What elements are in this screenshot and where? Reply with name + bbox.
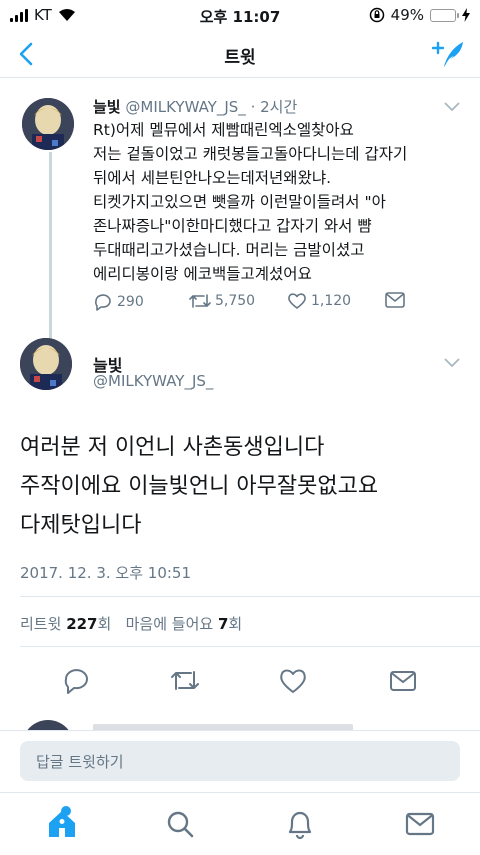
retweet-stat-label: 리트윗 (20, 615, 62, 633)
status-bar: KT 오후 11:07 49% (0, 0, 480, 30)
reply-button[interactable]: 290 (93, 292, 144, 312)
parent-tweet-handle[interactable]: @MILKYWAY_JS_ (125, 98, 245, 116)
retweet-button[interactable]: 5,750 (189, 292, 255, 310)
page-title: 트윗 (224, 48, 256, 68)
chevron-down-icon[interactable] (444, 102, 460, 112)
tweet-text-line: 뒤에서 세븐틴안나오는데저년왜왔냐. (93, 169, 332, 187)
divider (20, 646, 480, 647)
orientation-lock-icon (369, 7, 384, 23)
battery-icon (430, 8, 459, 22)
tweet-text-line: 주작이에요 이늘빛언니 아무잘못없고요 (20, 474, 379, 499)
compose-tweet-icon[interactable] (432, 38, 466, 70)
engagement-stats: 리트윗 227회 마음에 들어요 7회 (20, 613, 242, 634)
parent-tweet-display-name[interactable]: 늘빛 (93, 98, 121, 116)
reply-icon (95, 294, 111, 311)
tweet-text-line: 저는 겉돌이었고 캐럿봉들고돌아다니는데 갑자기 (93, 145, 408, 163)
like-stat-unit: 회 (228, 615, 243, 633)
search-icon[interactable] (163, 807, 197, 841)
main-tweet-actions (0, 666, 480, 696)
main-tweet-avatar[interactable] (20, 338, 72, 390)
like-count: 1,120 (311, 293, 352, 309)
like-icon[interactable] (278, 666, 308, 696)
tweet-text-line: Rt)어제 멜뮤에서 제빰때린엑소엘찾아요 (93, 121, 354, 139)
retweet-stat[interactable]: 리트윗 227회 (20, 615, 111, 633)
tweet-text-line: 티켓가지고있으면 뺏을까 이런말이들려서 "아 (93, 193, 386, 211)
tab-bar (0, 792, 480, 855)
retweet-icon (189, 294, 211, 308)
main-tweet-text: 여러분 저 이언니 사촌동생입니다 주작이에요 이늘빛언니 아무잘못없고요 다제… (20, 428, 378, 545)
retweet-count: 5,750 (215, 293, 256, 309)
reply-count: 290 (117, 294, 144, 310)
retweet-stat-unit: 회 (97, 615, 112, 633)
notifications-icon[interactable] (283, 807, 317, 841)
tweet-text-line: 다제탓입니다 (20, 513, 142, 538)
reply-icon[interactable] (62, 666, 92, 696)
parent-tweet-avatar[interactable] (22, 98, 74, 150)
home-notification-badge (61, 806, 71, 816)
parent-tweet-actions: 290 5,750 1,120 (93, 292, 413, 314)
like-icon (288, 293, 306, 309)
direct-message-button[interactable] (385, 292, 405, 308)
like-stat[interactable]: 마음에 들어요 7회 (126, 615, 243, 633)
status-right: 49% (369, 6, 470, 24)
nav-bar: 트윗 (0, 30, 480, 78)
next-tweet-avatar (22, 720, 74, 730)
main-tweet-handle[interactable]: @MILKYWAY_JS_ (93, 372, 213, 390)
like-button[interactable]: 1,120 (287, 292, 351, 310)
messages-icon[interactable] (403, 807, 437, 841)
parent-tweet-header: 늘빛 @MILKYWAY_JS_ · 2시간 (93, 96, 297, 117)
reply-composer-bar: 답글 트윗하기 (0, 730, 480, 792)
reply-input[interactable]: 답글 트윗하기 (20, 741, 460, 781)
tweet-text-line: 에리디봉이랑 에코백들고계셨어요 (93, 265, 312, 283)
separator-dot: · (250, 98, 256, 116)
main-tweet-timestamp: 2017. 12. 3. 오후 10:51 (20, 564, 192, 582)
retweet-stat-count: 227 (66, 615, 98, 633)
tweet-text-line: 존나짜증나"이한마디했다고 갑자기 와서 뺨 (93, 217, 372, 235)
like-stat-count: 7 (217, 615, 229, 633)
tweet-text-line: 여러분 저 이언니 사촌동생입니다 (20, 435, 325, 460)
next-tweet-peek (0, 716, 480, 730)
battery-percent: 49% (390, 6, 424, 24)
parent-tweet-text: Rt)어제 멜뮤에서 제빰때린엑소엘찾아요 저는 겉돌이었고 캐럿봉들고돌아다니… (93, 118, 465, 286)
divider (20, 596, 480, 597)
parent-tweet-time: 2시간 (260, 98, 298, 116)
charging-icon (462, 8, 470, 22)
like-stat-label: 마음에 들어요 (125, 615, 214, 633)
chevron-down-icon[interactable] (444, 358, 460, 368)
thread-connector-line (49, 152, 52, 342)
direct-message-icon[interactable] (388, 666, 418, 696)
retweet-icon[interactable] (170, 666, 200, 696)
tweet-text-line: 두대때리고가셨습니다. 머리는 금발이셨고 (93, 241, 365, 259)
direct-message-icon (385, 292, 405, 308)
